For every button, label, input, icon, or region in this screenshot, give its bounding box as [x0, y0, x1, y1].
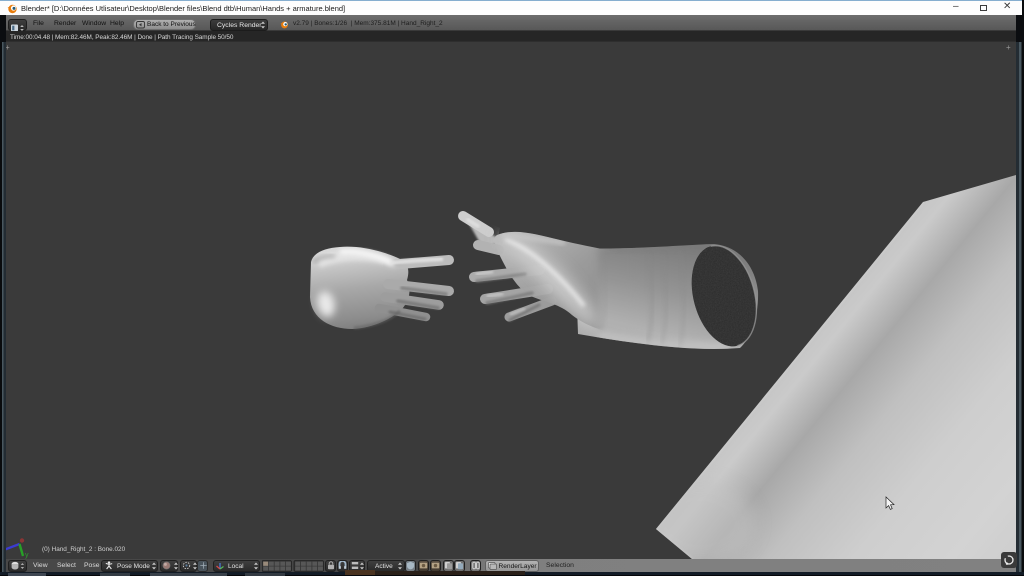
svg-text:y: y [25, 552, 29, 559]
svg-text:+: + [1006, 43, 1011, 52]
